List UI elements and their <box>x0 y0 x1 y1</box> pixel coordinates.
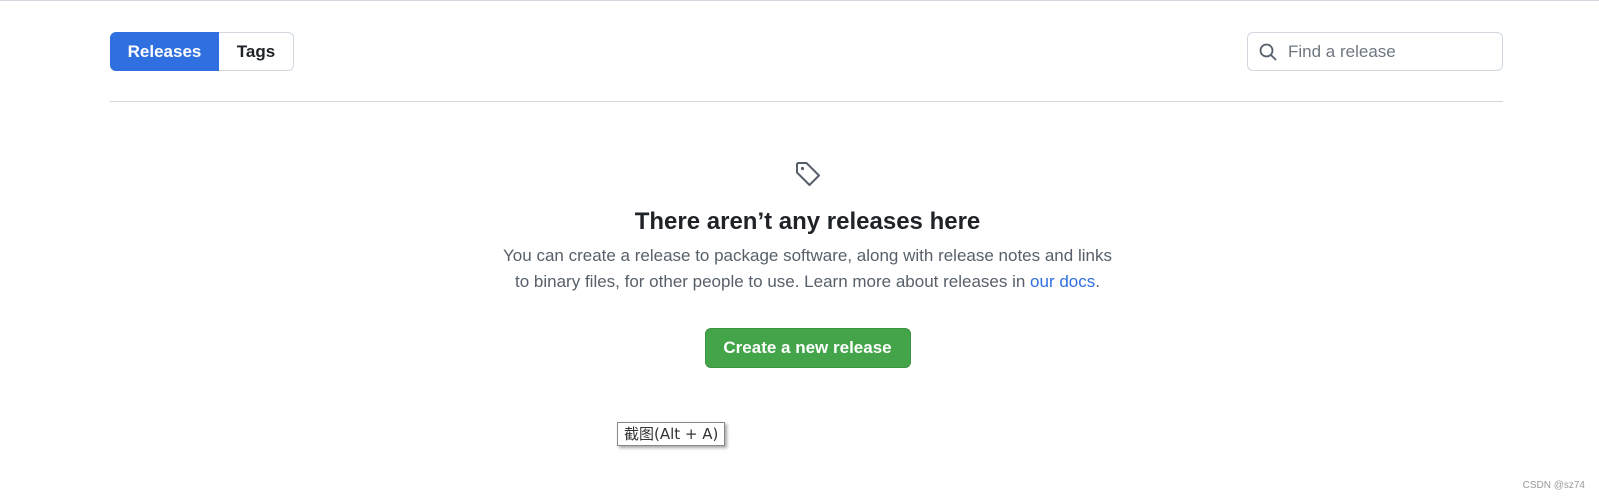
releases-page: Releases Tags There aren’t any releases … <box>0 0 1599 499</box>
blankslate-title: There aren’t any releases here <box>634 208 981 235</box>
blankslate-description: You can create a release to package soft… <box>500 243 1115 295</box>
tab-tags-label: Tags <box>236 41 276 61</box>
tab-releases-label: Releases <box>127 41 202 61</box>
empty-releases-blankslate: There aren’t any releases here You can c… <box>500 159 1115 368</box>
releases-tags-subnav: Releases Tags <box>110 32 294 71</box>
tab-tags[interactable]: Tags <box>219 32 294 71</box>
watermark: CSDN @sz74 <box>1522 480 1585 491</box>
find-release-search <box>1247 32 1503 71</box>
tab-releases[interactable]: Releases <box>110 32 219 71</box>
search-icon <box>1248 33 1288 70</box>
screenshot-tooltip: 截图(Alt + A) <box>617 422 726 446</box>
header-divider <box>110 101 1503 102</box>
search-input[interactable] <box>1288 41 1488 62</box>
tag-icon <box>793 159 823 189</box>
description-text: You can create a release to package soft… <box>503 246 1112 291</box>
docs-link[interactable]: our docs <box>1030 272 1095 291</box>
description-end: . <box>1095 272 1100 291</box>
create-release-button[interactable]: Create a new release <box>704 328 911 368</box>
